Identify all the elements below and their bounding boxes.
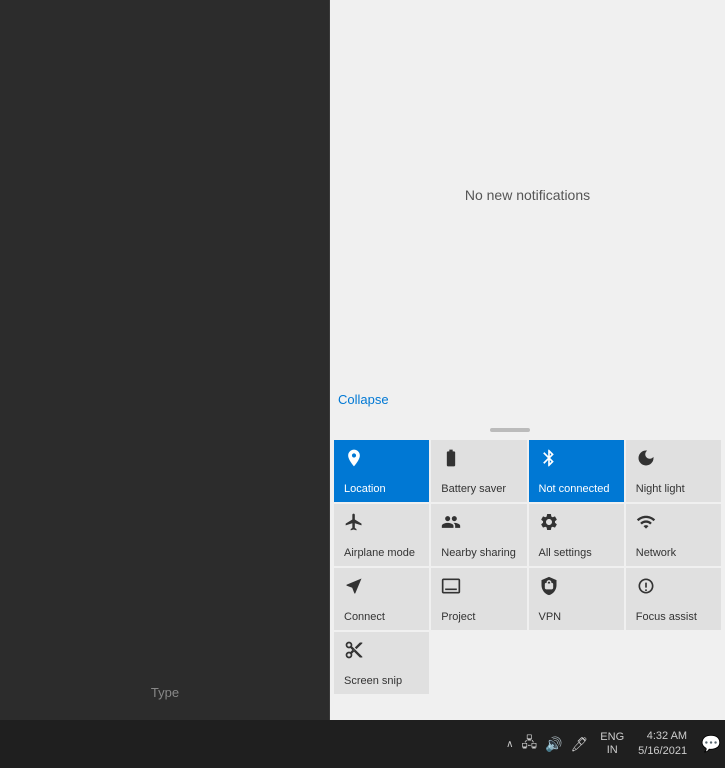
notification-bell-icon[interactable]: 💬 — [701, 734, 721, 754]
drag-handle — [490, 428, 530, 432]
qa-label-nearby-sharing: Nearby sharing — [441, 547, 516, 560]
type-label: Type — [0, 685, 330, 700]
qa-label-night-light: Night light — [636, 483, 685, 496]
volume-tray-icon[interactable]: 🔊 — [543, 734, 564, 755]
battery-saver-icon — [441, 448, 461, 473]
qa-item-screen-snip[interactable]: Screen snip — [334, 632, 429, 694]
airplane-mode-icon — [344, 512, 364, 537]
screen-snip-icon — [344, 640, 364, 665]
region-label: IN — [607, 744, 618, 757]
pen-tray-icon[interactable]: 🖊 — [569, 734, 591, 755]
collapse-button[interactable]: Collapse — [330, 388, 397, 411]
qa-item-all-settings[interactable]: All settings — [529, 504, 624, 566]
qa-label-airplane-mode: Airplane mode — [344, 547, 415, 560]
notification-content: No new notifications — [330, 0, 725, 390]
quick-actions-grid: Location Battery saver Not connected Night … — [334, 440, 721, 694]
qa-item-vpn[interactable]: VPN — [529, 568, 624, 630]
qa-item-focus-assist[interactable]: Focus assist — [626, 568, 721, 630]
qa-label-network: Network — [636, 547, 676, 560]
project-icon — [441, 576, 461, 601]
qa-label-project: Project — [441, 611, 475, 624]
language-block[interactable]: ENG IN — [600, 731, 624, 757]
no-notifications-text: No new notifications — [465, 187, 590, 203]
not-connected-icon — [539, 448, 559, 473]
qa-label-battery-saver: Battery saver — [441, 483, 506, 496]
qa-item-not-connected[interactable]: Not connected — [529, 440, 624, 502]
qa-item-nearby-sharing[interactable]: Nearby sharing — [431, 504, 526, 566]
taskbar-right: ∧ 🖧 🔊 🖊 ENG IN 4:32 AM 5/16/2021 💬 — [506, 729, 721, 760]
qa-item-airplane-mode[interactable]: Airplane mode — [334, 504, 429, 566]
tray-icons: 🖧 🔊 🖊 — [519, 730, 590, 758]
qa-label-all-settings: All settings — [539, 547, 592, 560]
network-icon — [636, 512, 656, 537]
left-panel — [0, 0, 330, 720]
qa-label-focus-assist: Focus assist — [636, 611, 697, 624]
qa-item-location[interactable]: Location — [334, 440, 429, 502]
clock-block[interactable]: 4:32 AM 5/16/2021 — [638, 729, 687, 760]
tray-expand-icon[interactable]: ∧ — [506, 739, 513, 750]
connect-icon — [344, 576, 364, 601]
language-label: ENG — [600, 731, 624, 744]
date-label: 5/16/2021 — [638, 744, 687, 759]
qa-item-battery-saver[interactable]: Battery saver — [431, 440, 526, 502]
nearby-sharing-icon — [441, 512, 461, 537]
qa-item-project[interactable]: Project — [431, 568, 526, 630]
qa-item-network[interactable]: Network — [626, 504, 721, 566]
qa-label-screen-snip: Screen snip — [344, 675, 402, 688]
qa-item-night-light[interactable]: Night light — [626, 440, 721, 502]
focus-assist-icon — [636, 576, 656, 601]
qa-label-connect: Connect — [344, 611, 385, 624]
quick-actions-panel: Location Battery saver Not connected Night … — [330, 436, 725, 698]
qa-label-vpn: VPN — [539, 611, 562, 624]
taskbar: ∧ 🖧 🔊 🖊 ENG IN 4:32 AM 5/16/2021 💬 — [0, 720, 725, 768]
qa-label-not-connected: Not connected — [539, 483, 610, 496]
qa-item-connect[interactable]: Connect — [334, 568, 429, 630]
network-tray-icon[interactable]: 🖧 — [519, 730, 539, 758]
all-settings-icon — [539, 512, 559, 537]
night-light-icon — [636, 448, 656, 473]
time-label: 4:32 AM — [647, 729, 687, 744]
qa-label-location: Location — [344, 483, 386, 496]
vpn-icon — [539, 576, 559, 601]
location-icon — [344, 448, 364, 473]
